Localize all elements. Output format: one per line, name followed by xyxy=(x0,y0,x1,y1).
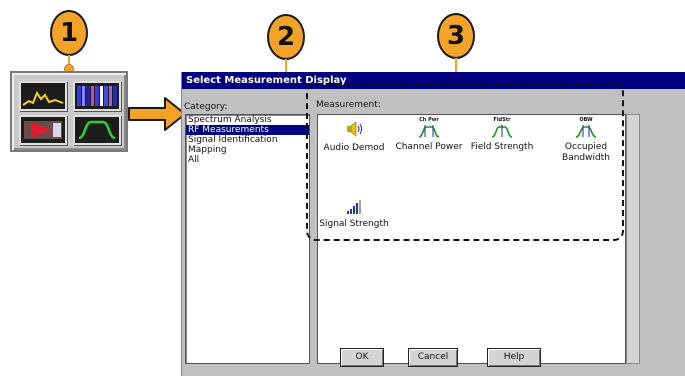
display-icon-panel xyxy=(10,71,128,152)
category-item-rf-measurements[interactable]: RF Measurements xyxy=(186,125,309,135)
category-item-all[interactable]: All xyxy=(186,155,309,165)
rf-measurement-icon[interactable] xyxy=(73,115,121,145)
arrow-icon xyxy=(128,97,186,131)
cancel-button[interactable]: Cancel xyxy=(408,348,458,367)
help-button[interactable]: Help xyxy=(487,348,541,367)
measurement-scrollbar[interactable] xyxy=(626,114,640,364)
ok-button[interactable]: OK xyxy=(340,348,384,367)
category-item-spectrum-analysis[interactable]: Spectrum Analysis xyxy=(186,115,309,125)
category-item-mapping[interactable]: Mapping xyxy=(186,145,309,155)
callout-1: 1 xyxy=(50,10,88,56)
category-label: Category: xyxy=(184,102,228,112)
spectrum-trace-icon[interactable] xyxy=(19,81,67,111)
category-item-signal-identification[interactable]: Signal Identification xyxy=(186,135,309,145)
spectrogram-icon[interactable] xyxy=(73,81,121,111)
measurement-highlight xyxy=(306,83,624,241)
category-list[interactable]: Spectrum Analysis RF Measurements Signal… xyxy=(185,114,310,364)
mapping-icon[interactable] xyxy=(19,115,67,145)
callout-3: 3 xyxy=(437,13,475,59)
callout-2: 2 xyxy=(267,14,305,60)
